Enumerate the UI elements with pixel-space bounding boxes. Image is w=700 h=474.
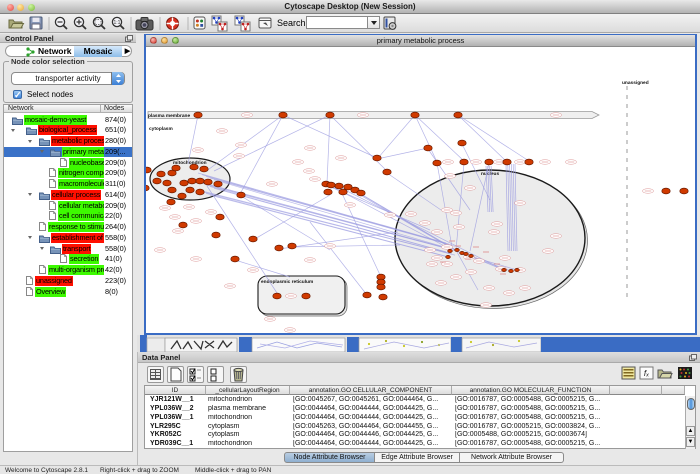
svg-text:nucleus: nucleus <box>481 171 499 177</box>
svg-text:1:1: 1:1 <box>114 20 121 26</box>
svg-text:plasma membrane: plasma membrane <box>148 113 190 119</box>
svg-text:unassigned: unassigned <box>622 80 649 86</box>
svg-text:fₓ: fₓ <box>644 369 649 378</box>
svg-text:cytoplasm: cytoplasm <box>149 126 173 132</box>
